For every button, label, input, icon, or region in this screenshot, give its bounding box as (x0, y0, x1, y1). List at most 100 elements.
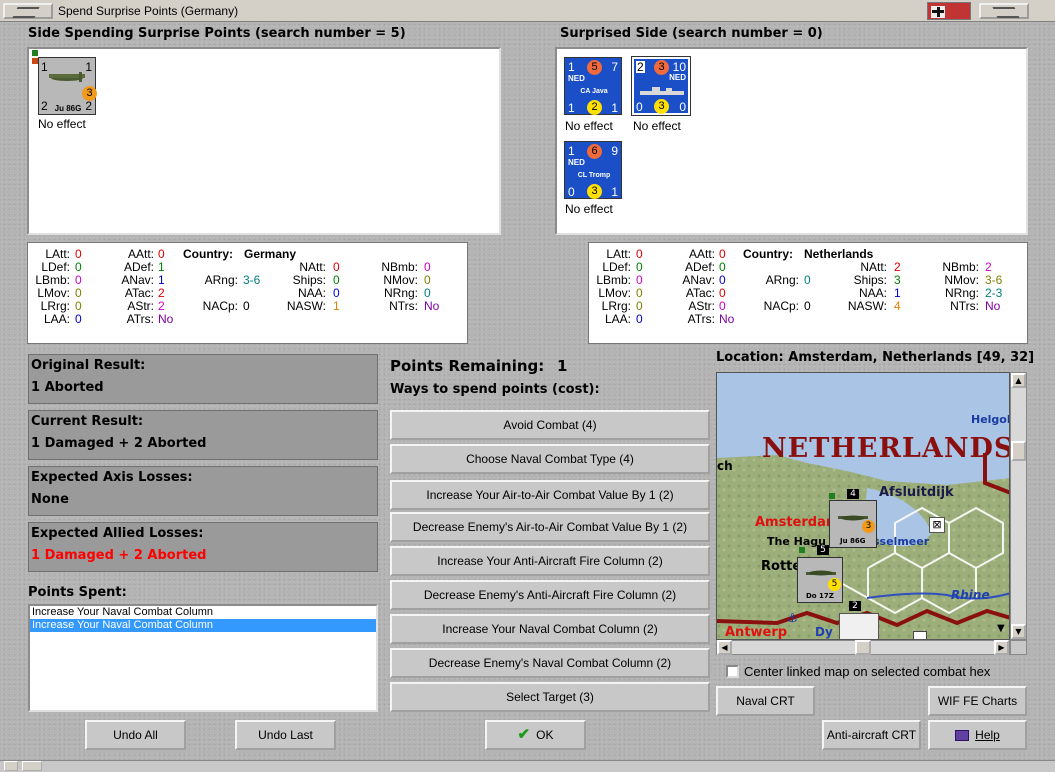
original-result-title: Original Result: (31, 358, 146, 373)
undo-last-button[interactable]: Undo Last (235, 720, 336, 750)
linked-map[interactable]: Helgol NETHERLANDS ch Afsluitdijk Amster… (716, 372, 1010, 640)
stat-label: Ships: (292, 273, 326, 287)
counter-circle: 3 (654, 99, 669, 114)
increase-naval-combat-button[interactable]: Increase Your Naval Combat Column (2) (390, 614, 710, 644)
scroll-corner (1010, 640, 1027, 655)
increase-air-to-air-button[interactable]: Increase Your Air-to-Air Combat Value By… (390, 480, 710, 510)
counter-value: 1 (611, 101, 618, 115)
map-vertical-scrollbar[interactable]: ▲ ▼ (1010, 372, 1027, 640)
title-left-button[interactable] (3, 3, 53, 19)
stat-label: AStr: (688, 299, 715, 313)
anti-aircraft-crt-button[interactable]: Anti-aircraft CRT (822, 720, 921, 750)
ok-label: OK (536, 728, 554, 742)
stack-marker-icon (799, 547, 805, 553)
stat-aatt: 0 (719, 247, 726, 261)
title-right-button[interactable] (979, 3, 1029, 19)
stats-panel-netherlands: LAtt: 0 LDef: 0 LBmb: 0 LMov: 0 LRrg: 0 LAA: 0… (588, 242, 1028, 344)
window-title: Spend Surprise Points (Germany) (58, 4, 239, 18)
scroll-down-icon[interactable]: ▼ (1011, 624, 1026, 639)
counter-value: 10 (672, 60, 686, 74)
unit-effect: No effect (633, 119, 681, 133)
decrease-enemy-naval-combat-button[interactable]: Decrease Enemy's Naval Combat Column (2) (390, 648, 710, 678)
stat-label: LMov: (598, 286, 631, 300)
resize-grip-icon[interactable] (22, 761, 42, 771)
decrease-enemy-air-to-air-button[interactable]: Decrease Enemy's Air-to-Air Combat Value… (390, 512, 710, 542)
choose-naval-combat-type-button[interactable]: Choose Naval Combat Type (4) (390, 444, 710, 474)
stat-label: NASW: (286, 299, 326, 313)
stat-nbmb: 2 (985, 260, 992, 274)
stat-lrrg: 0 (75, 299, 82, 313)
scroll-right-icon[interactable]: ▶ (994, 640, 1009, 655)
map-counter-naval[interactable] (839, 613, 879, 639)
spent-item[interactable]: Increase Your Naval Combat Column (30, 606, 376, 619)
map-horizontal-scrollbar[interactable]: ◀ ▶ (716, 640, 1010, 655)
increase-aa-fire-button[interactable]: Increase Your Anti-Aircraft Fire Column … (390, 546, 710, 576)
help-label: Help (975, 728, 1000, 742)
points-spent-list[interactable]: Increase Your Naval Combat Column Increa… (28, 604, 378, 712)
unit-counter-ca-java[interactable]: 1 5 7 NED CA Java 1 2 1 (564, 57, 622, 115)
center-map-checkbox[interactable] (726, 665, 739, 678)
map-counter-do17z[interactable]: Do 17Z 5 (797, 557, 843, 603)
unit-counter-ship-2[interactable]: 2 3 10 NED 0 3 0 (631, 56, 691, 116)
scroll-thumb[interactable] (1011, 441, 1026, 461)
stat-natt: 2 (894, 260, 901, 274)
stat-ldef: 0 (75, 260, 82, 274)
stat-label: NMov: (383, 273, 418, 287)
counter-value: 0 (636, 100, 643, 114)
undo-all-button[interactable]: Undo All (85, 720, 186, 750)
stat-ntrs: No (424, 299, 440, 313)
stat-label: LBmb: (596, 273, 631, 287)
stat-arng: 3-6 (243, 273, 261, 287)
stat-anav: 1 (158, 273, 165, 287)
counter-value: 7 (611, 60, 618, 74)
map-counter-ju86g[interactable]: Ju 86G 3 (829, 500, 877, 548)
unit-effect: No effect (565, 202, 613, 216)
aircraft-icon (49, 72, 85, 82)
help-button[interactable]: Help (928, 720, 1027, 750)
avoid-combat-button[interactable]: Avoid Combat (4) (390, 410, 710, 440)
fortification-icon: ⊠ (929, 517, 945, 533)
stat-label: ANav: (121, 273, 154, 287)
spending-side-title: Side Spending Surprise Points (search nu… (28, 26, 406, 41)
stat-label: LMov: (37, 286, 70, 300)
original-result-value: 1 Aborted (31, 380, 104, 395)
stat-label: NACp: (763, 299, 799, 313)
unit-counter-cl-tromp[interactable]: 1 6 9 NED CL Tromp 0 3 1 (564, 141, 622, 199)
map-label-helgoland: Helgol (971, 413, 1010, 426)
scroll-up-icon[interactable]: ▲ (1011, 373, 1026, 388)
ways-to-spend-label: Ways to spend points (cost): (390, 382, 600, 397)
scroll-thumb[interactable] (855, 640, 871, 655)
counter-circle: 2 (587, 100, 602, 115)
stat-label: AAtt: (127, 247, 154, 261)
unit-effect: No effect (38, 117, 86, 131)
wif-fe-charts-button[interactable]: WIF FE Charts (928, 686, 1027, 716)
stat-nasw: 1 (333, 299, 340, 313)
counter-circle: 6 (587, 144, 602, 159)
select-target-button[interactable]: Select Target (3) (390, 682, 710, 712)
unit-name: CL Tromp (577, 172, 611, 179)
spent-item-selected[interactable]: Increase Your Naval Combat Column (30, 619, 376, 632)
stat-nacp: 0 (243, 299, 250, 313)
counter-value: 1 (611, 185, 618, 199)
unit-counter-ju86g[interactable]: 1 1 3 2 Ju 86G 2 (38, 57, 97, 115)
axis-losses-title: Expected Axis Losses: (31, 470, 193, 485)
stack-marker-icon (829, 493, 835, 499)
stat-label: LDef: (602, 260, 631, 274)
resize-grip-icon[interactable] (4, 761, 18, 771)
stat-lbmb: 0 (75, 273, 82, 287)
naval-crt-button[interactable]: Naval CRT (716, 686, 815, 716)
stat-label: NAtt: (299, 260, 326, 274)
counter-value: 1 (568, 101, 575, 115)
stat-latt: 0 (636, 247, 643, 261)
unit-nationality: NED (669, 73, 686, 82)
unit-nationality: NED (568, 74, 585, 83)
stat-lmov: 0 (636, 286, 643, 300)
country-name: Germany (244, 247, 297, 261)
decrease-enemy-aa-fire-button[interactable]: Decrease Enemy's Anti-Aircraft Fire Colu… (390, 580, 710, 610)
scroll-left-icon[interactable]: ◀ (717, 640, 732, 655)
ok-button[interactable]: ✔ OK (485, 720, 586, 750)
stat-adef: 1 (158, 260, 165, 274)
country-name: Netherlands (804, 247, 874, 261)
german-flag-icon (927, 2, 971, 20)
map-label-afsluitdijk: Afsluitdijk (879, 485, 954, 500)
